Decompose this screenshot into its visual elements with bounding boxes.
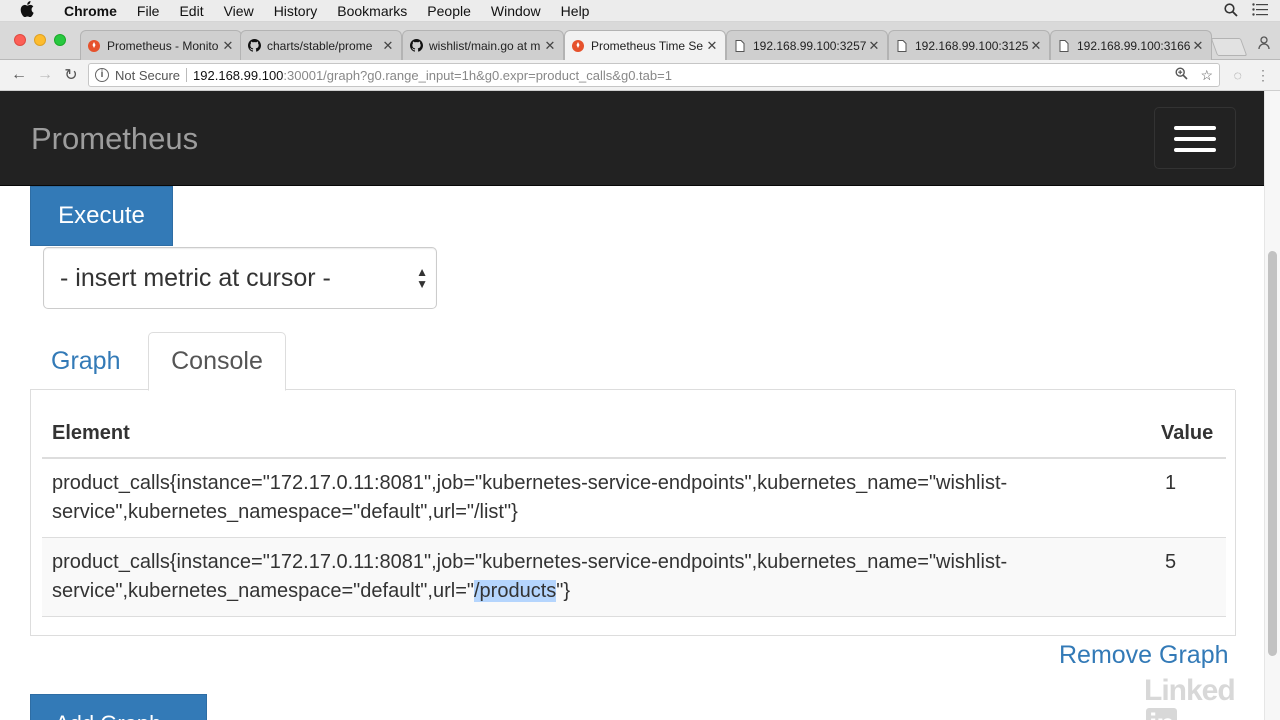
select-value: - insert metric at cursor -: [60, 263, 331, 292]
close-tab-icon[interactable]: ✕: [543, 38, 557, 54]
page-icon: [895, 39, 909, 53]
forward-arrow-icon[interactable]: →: [32, 66, 58, 84]
back-arrow-icon[interactable]: ←: [6, 66, 32, 84]
window-controls: [14, 34, 66, 46]
browser-tab[interactable]: wishlist/main.go at m ✕: [402, 30, 564, 60]
url-path: :30001/graph?g0.range_input=1h&g0.expr=p…: [283, 67, 672, 83]
page-icon: [733, 39, 747, 53]
add-graph-button[interactable]: Add Graph: [30, 694, 207, 720]
new-tab-button[interactable]: [1210, 38, 1248, 56]
zoom-icon[interactable]: [1175, 66, 1189, 84]
close-tab-icon[interactable]: ✕: [381, 38, 395, 54]
browser-tab-active[interactable]: Prometheus Time Se ✕: [564, 30, 726, 61]
bookmark-star-icon[interactable]: ☆: [1200, 67, 1213, 84]
execute-button[interactable]: Execute: [30, 186, 173, 246]
browser-tab[interactable]: 192.168.99.100:3125 ✕: [888, 30, 1050, 60]
minimize-window-button[interactable]: [34, 34, 46, 46]
header-value: Value: [1161, 422, 1214, 444]
tab-title: Prometheus - Monito: [107, 38, 219, 53]
element-cell: product_calls{instance="172.17.0.11:8081…: [52, 548, 1112, 606]
console-panel: Element Value product_calls{instance="17…: [30, 390, 1236, 636]
menu-file[interactable]: File: [127, 0, 170, 22]
address-bar[interactable]: i Not Secure 192.168.99.100:30001/graph?…: [88, 63, 1220, 87]
hamburger-menu-icon[interactable]: [1154, 107, 1236, 169]
close-tab-icon[interactable]: ✕: [221, 38, 235, 54]
linkedin-watermark-logo: Linkedin: [1144, 674, 1264, 720]
page-viewport: Prometheus Execute - insert metric at cu…: [0, 91, 1264, 720]
close-tab-icon[interactable]: ✕: [705, 38, 719, 54]
menu-people[interactable]: People: [417, 0, 481, 22]
security-label: Not Secure: [115, 67, 181, 83]
header-element: Element: [52, 422, 130, 444]
browser-tab[interactable]: Prometheus - Monito ✕: [80, 30, 242, 60]
scrollbar-thumb[interactable]: [1268, 251, 1277, 656]
table-row: product_calls{instance="172.17.0.11:8081…: [42, 459, 1226, 538]
tab-title: 192.168.99.100:3257: [753, 38, 867, 53]
tab-console[interactable]: Console: [148, 332, 286, 391]
tab-title: Prometheus Time Se: [591, 39, 704, 53]
close-tab-icon[interactable]: ✕: [867, 38, 881, 54]
table-row: product_calls{instance="172.17.0.11:8081…: [42, 538, 1226, 617]
tab-title: 192.168.99.100:3166: [1077, 38, 1191, 53]
browser-tab[interactable]: 192.168.99.100:3257 ✕: [726, 30, 888, 60]
tab-title: 192.168.99.100:3125: [915, 38, 1029, 53]
graph-tabs: Graph Console: [30, 332, 1235, 391]
url-host: 192.168.99.100: [193, 67, 284, 83]
extension-icon[interactable]: ◌: [1234, 67, 1242, 84]
tab-graph[interactable]: Graph: [51, 332, 120, 391]
address-divider: [186, 68, 188, 82]
results-table: Element Value product_calls{instance="17…: [42, 408, 1226, 617]
brand-logo-text[interactable]: Prometheus: [31, 121, 198, 157]
menu-window[interactable]: Window: [481, 0, 551, 22]
menu-help[interactable]: Help: [551, 0, 600, 22]
menu-edit[interactable]: Edit: [169, 0, 213, 22]
select-arrows-icon: ▲ ▼: [416, 265, 428, 291]
profile-icon[interactable]: [1258, 36, 1270, 53]
notification-center-icon[interactable]: [1252, 3, 1268, 19]
value-cell: 5: [1165, 551, 1177, 573]
github-icon: [409, 39, 423, 53]
browser-tab-strip: Prometheus - Monito ✕ charts/stable/prom…: [0, 22, 1280, 61]
selected-text-highlight: /products: [473, 580, 557, 602]
prometheus-navbar: Prometheus: [0, 91, 1264, 186]
menu-view[interactable]: View: [214, 0, 264, 22]
page-scrollbar[interactable]: [1264, 91, 1280, 720]
chrome-menu-icon[interactable]: ⋮: [1256, 67, 1270, 84]
menu-chrome[interactable]: Chrome: [54, 0, 127, 22]
close-window-button[interactable]: [14, 34, 26, 46]
info-icon[interactable]: i: [95, 68, 109, 82]
tab-title: charts/stable/prome: [267, 38, 373, 53]
prometheus-icon: [571, 39, 585, 53]
close-tab-icon[interactable]: ✕: [1029, 38, 1043, 54]
github-icon: [247, 39, 261, 53]
insert-metric-select[interactable]: - insert metric at cursor - ▲ ▼: [43, 247, 437, 309]
close-tab-icon[interactable]: ✕: [1191, 38, 1205, 54]
maximize-window-button[interactable]: [54, 34, 66, 46]
table-header: Element Value: [42, 408, 1226, 459]
macos-menu-bar: Chrome File Edit View History Bookmarks …: [0, 0, 1280, 22]
browser-tab[interactable]: charts/stable/prome ✕: [240, 30, 402, 60]
element-text-end: "}: [556, 580, 571, 602]
page-icon: [1057, 39, 1071, 53]
reload-icon[interactable]: ↻: [58, 65, 84, 85]
value-cell: 1: [1165, 472, 1177, 494]
remove-graph-link[interactable]: Remove Graph: [1059, 641, 1229, 670]
menu-history[interactable]: History: [264, 0, 328, 22]
tab-title: wishlist/main.go at m: [429, 38, 541, 53]
prometheus-icon: [87, 39, 101, 53]
apple-menu-icon[interactable]: [0, 0, 54, 21]
element-cell: product_calls{instance="172.17.0.11:8081…: [52, 472, 1008, 523]
menu-bookmarks[interactable]: Bookmarks: [327, 0, 417, 22]
spotlight-search-icon[interactable]: [1224, 2, 1238, 20]
browser-toolbar: ← → ↻ i Not Secure 192.168.99.100:30001/…: [0, 60, 1280, 91]
browser-tab[interactable]: 192.168.99.100:3166 ✕: [1050, 30, 1212, 60]
